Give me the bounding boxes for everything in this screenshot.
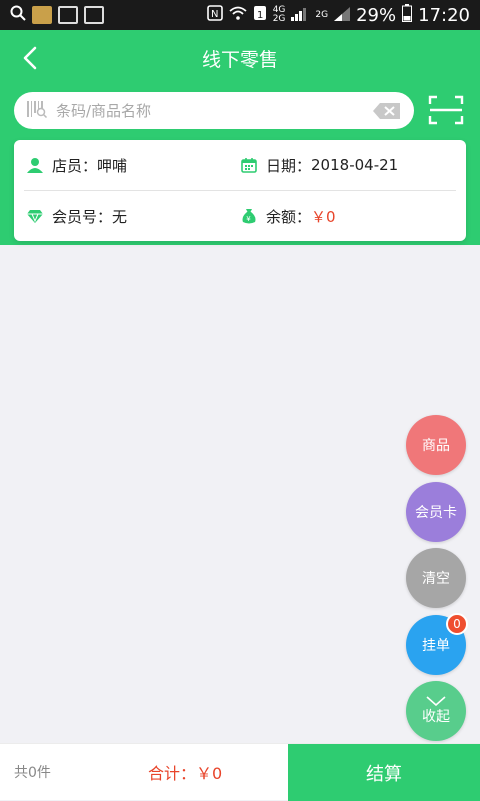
balance-field: ¥ 余额： ￥0 <box>240 206 336 227</box>
network-type: 4G 2G <box>272 5 286 24</box>
chevron-down-icon <box>426 696 446 706</box>
clear-button[interactable]: 清空 <box>406 548 466 608</box>
date-label: 日期： <box>266 156 312 175</box>
clerk-value: 呷哺 <box>97 156 128 175</box>
back-button[interactable] <box>12 40 48 76</box>
back-arrow-icon <box>23 46 37 70</box>
baidu-notification-icon <box>84 6 104 24</box>
calendar-icon <box>240 156 258 174</box>
money-bag-icon: ¥ <box>240 207 258 225</box>
scan-icon <box>428 95 464 125</box>
app-notification-icon <box>32 6 52 24</box>
goods-button[interactable]: 商品 <box>406 415 466 475</box>
item-count: 共0件 <box>14 765 51 781</box>
scan-button[interactable] <box>428 94 464 126</box>
app-header: 线下零售 <box>0 30 480 86</box>
info-row-2: 会员号： 无 ¥ 余额： ￥0 <box>14 191 466 241</box>
svg-text:1: 1 <box>257 10 263 21</box>
wifi-icon <box>229 5 247 26</box>
order-info-card: 店员： 呷哺 日期： 2018-04-21 会员号： 无 ¥ 余额： ￥0 <box>14 140 466 241</box>
svg-text:N: N <box>211 9 218 20</box>
member-field: 会员号： 无 <box>26 206 127 227</box>
network-type-2: 2G <box>315 9 329 20</box>
sim-1-icon: 1 <box>253 5 267 26</box>
checkout-button-label: 结算 <box>366 763 402 785</box>
image-notification-icon <box>58 6 78 24</box>
clear-button-label: 清空 <box>422 571 450 587</box>
member-label: 会员号： <box>52 207 113 226</box>
collapse-button-label: 收起 <box>422 709 450 725</box>
nfc-icon: N <box>206 4 223 26</box>
page-title: 线下零售 <box>201 48 278 71</box>
barcode-search-icon <box>26 100 48 122</box>
battery-percent: 29% <box>356 4 397 26</box>
signal-icon <box>291 5 309 26</box>
status-bar: N 1 4G 2G 2G 29% 17:20 <box>0 0 480 30</box>
search-status-icon <box>10 5 26 26</box>
search-bar <box>14 92 414 129</box>
date-field: 日期： 2018-04-21 <box>240 155 398 176</box>
search-input[interactable] <box>54 100 372 121</box>
battery-icon <box>402 3 413 27</box>
balance-label: 余额： <box>266 207 312 226</box>
hold-order-button[interactable]: 挂单 0 <box>406 613 468 675</box>
member-card-button-label: 会员卡 <box>415 505 457 521</box>
svg-text:¥: ¥ <box>246 215 251 223</box>
order-total: 合计：￥0 <box>148 760 222 784</box>
balance-value: ￥0 <box>311 207 336 226</box>
member-value: 无 <box>112 207 128 226</box>
person-icon <box>26 156 44 174</box>
clear-icon <box>373 102 400 119</box>
date-value: 2018-04-21 <box>311 156 399 174</box>
total-label: 合计： <box>148 764 197 783</box>
info-row-1: 店员： 呷哺 日期： 2018-04-21 <box>14 140 466 190</box>
collapse-button[interactable]: 收起 <box>406 681 466 741</box>
total-value: ￥0 <box>196 764 223 783</box>
clerk-field: 店员： 呷哺 <box>26 155 127 176</box>
clerk-label: 店员： <box>52 156 98 175</box>
clock: 17:20 <box>418 4 470 26</box>
hold-count-badge: 0 <box>446 613 468 635</box>
member-card-button[interactable]: 会员卡 <box>406 482 466 542</box>
goods-button-label: 商品 <box>422 438 450 454</box>
diamond-icon <box>26 207 44 225</box>
clear-search-button[interactable] <box>372 101 402 121</box>
bottom-bar: 共0件 合计：￥0 结算 <box>0 743 480 801</box>
signal-2-icon <box>334 5 351 26</box>
checkout-button[interactable]: 结算 <box>288 744 480 801</box>
hold-order-button-label: 挂单 <box>422 638 450 654</box>
